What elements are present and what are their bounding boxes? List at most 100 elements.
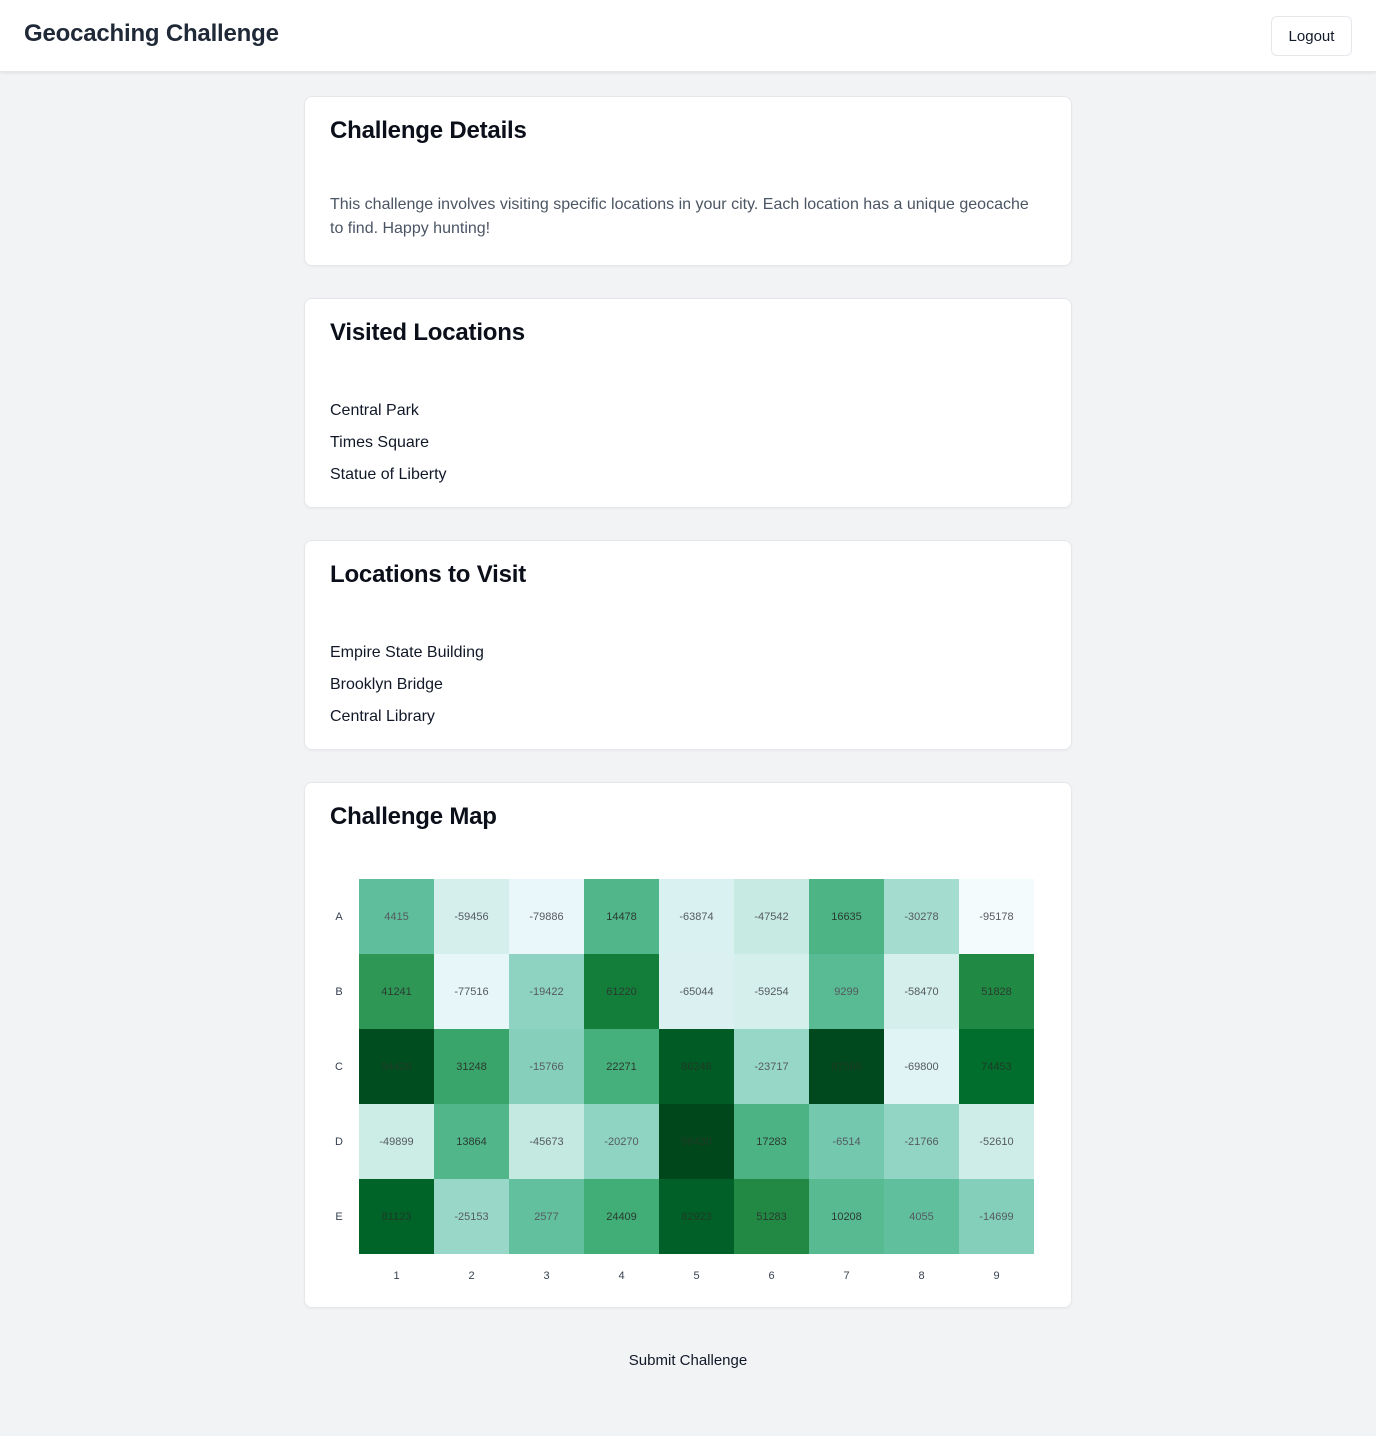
heatmap-cell-value: -63874 [679,910,714,923]
heatmap-cell: 98430 [659,1104,734,1179]
heatmap-cell-value: 4055 [909,1210,934,1223]
heatmap-cell: -45673 [509,1104,584,1179]
visited-locations-list: Central Park Times Square Statue of Libe… [330,395,447,491]
heatmap-cell-value: 94426 [381,1060,412,1073]
heatmap-cell-value: -21766 [904,1135,939,1148]
heatmap-cell: 13864 [434,1104,509,1179]
heatmap-cell: 81123 [359,1179,434,1254]
list-item: Statue of Liberty [330,466,447,483]
locations-to-visit-title: Locations to Visit [330,561,526,588]
heatmap-cell-value: 31248 [456,1060,487,1073]
heatmap-cell-value: 98430 [681,1135,712,1148]
heatmap-cell: -58470 [884,954,959,1029]
heatmap-cell: -47542 [734,879,809,954]
heatmap-cell-value: -45673 [529,1135,564,1148]
heatmap-row-label: C [335,1060,343,1073]
top-bar: Geocaching Challenge Logout [0,0,1376,72]
heatmap-column-label: 9 [993,1270,1000,1282]
heatmap-cell: -77516 [434,954,509,1029]
heatmap-cell: 2577 [509,1179,584,1254]
heatmap-column-label: 5 [693,1270,700,1282]
heatmap-cell: -95178 [959,879,1034,954]
app-title: Geocaching Challenge [24,20,279,47]
heatmap-cell-value: -47542 [754,910,789,923]
locations-to-visit-card: Locations to Visit Empire State Building… [304,540,1072,750]
heatmap-cell-value: -6514 [832,1135,861,1148]
challenge-description: This challenge involves visiting specifi… [330,196,1029,237]
heatmap-cell-value: -15766 [529,1060,564,1073]
heatmap-cell: -19422 [509,954,584,1029]
heatmap-cell: -59254 [734,954,809,1029]
heatmap-cell-value: -69800 [904,1060,939,1073]
heatmap-cell-value: -23717 [754,1060,789,1073]
heatmap-cell-value: -65044 [679,985,714,998]
heatmap-cell: 51828 [959,954,1034,1029]
challenge-map-card: Challenge Map 4415 -59456 -79886 14478 -6387… [304,782,1072,1308]
heatmap-cell: -65044 [659,954,734,1029]
heatmap-cell-value: 9299 [834,985,859,998]
heatmap-cell-value: -49899 [379,1135,414,1148]
heatmap-cell: -15766 [509,1029,584,1104]
heatmap-column-label: 3 [543,1270,550,1282]
heatmap-cell-value: -20270 [604,1135,639,1148]
heatmap-cell: 16635 [809,879,884,954]
heatmap-cell-value: -14699 [979,1210,1014,1223]
heatmap-cell: 74453 [959,1029,1034,1104]
heatmap-cell: -23717 [734,1029,809,1104]
heatmap-cell: 31248 [434,1029,509,1104]
list-item: Central Library [330,708,435,725]
heatmap-row-label: E [335,1210,343,1223]
heatmap-cell-value: 10208 [831,1210,862,1223]
heatmap-cell-value: -58470 [904,985,939,998]
heatmap-cell-value: -19422 [529,985,564,998]
heatmap-column-label: 4 [618,1270,625,1282]
heatmap-cell: 4415 [359,879,434,954]
heatmap-cell: 4055 [884,1179,959,1254]
heatmap-cell: 51283 [734,1179,809,1254]
logout-button[interactable]: Logout [1271,16,1352,56]
visited-locations-card: Visited Locations Central Park Times Squ… [304,298,1072,508]
heatmap-cell: -20270 [584,1104,659,1179]
heatmap-cell-value: 2577 [534,1210,559,1223]
heatmap-cell-value: 97595 [831,1060,862,1073]
heatmap-cell: -69800 [884,1029,959,1104]
heatmap-row-label: A [335,910,343,923]
heatmap-cell: -59456 [434,879,509,954]
list-item: Empire State Building [330,644,484,661]
heatmap-cell-value: 86246 [681,1060,712,1073]
heatmap-cell-value: -77516 [454,985,489,998]
heatmap-cell-value: 16635 [831,910,862,923]
heatmap-cell: 24409 [584,1179,659,1254]
heatmap-cell: -49899 [359,1104,434,1179]
heatmap-cell-value: -59254 [754,985,789,998]
heatmap-cell: 82923 [659,1179,734,1254]
heatmap-cell-value: 74453 [981,1060,1012,1073]
heatmap-cell-value: -79886 [529,910,564,923]
list-item: Times Square [330,434,429,451]
heatmap-cell: 10208 [809,1179,884,1254]
heatmap-cell-value: 17283 [756,1135,787,1148]
heatmap-column-label: 2 [468,1270,475,1282]
heatmap-cell: 97595 [809,1029,884,1104]
heatmap-cell-value: 41241 [381,985,412,998]
heatmap-cell: 9299 [809,954,884,1029]
heatmap-cell-value: 24409 [606,1210,637,1223]
heatmap-cell-value: -95178 [979,910,1014,923]
heatmap-cell: -6514 [809,1104,884,1179]
submit-challenge-button[interactable]: Submit Challenge [608,1340,768,1380]
heatmap-cell-value: 51283 [756,1210,787,1223]
heatmap-cell: -21766 [884,1104,959,1179]
heatmap-column-label: 8 [918,1270,925,1282]
heatmap-cell: 41241 [359,954,434,1029]
heatmap-cell-value: 13864 [456,1135,487,1148]
heatmap-cell: 61220 [584,954,659,1029]
heatmap-cell: 94426 [359,1029,434,1104]
list-item: Brooklyn Bridge [330,676,443,693]
heatmap-cell: 86246 [659,1029,734,1104]
heatmap-cell: -52610 [959,1104,1034,1179]
heatmap-cell: -30278 [884,879,959,954]
heatmap-cell: -79886 [509,879,584,954]
challenge-details-title: Challenge Details [330,117,527,144]
heatmap-cell: 22271 [584,1029,659,1104]
heatmap-cell: 14478 [584,879,659,954]
